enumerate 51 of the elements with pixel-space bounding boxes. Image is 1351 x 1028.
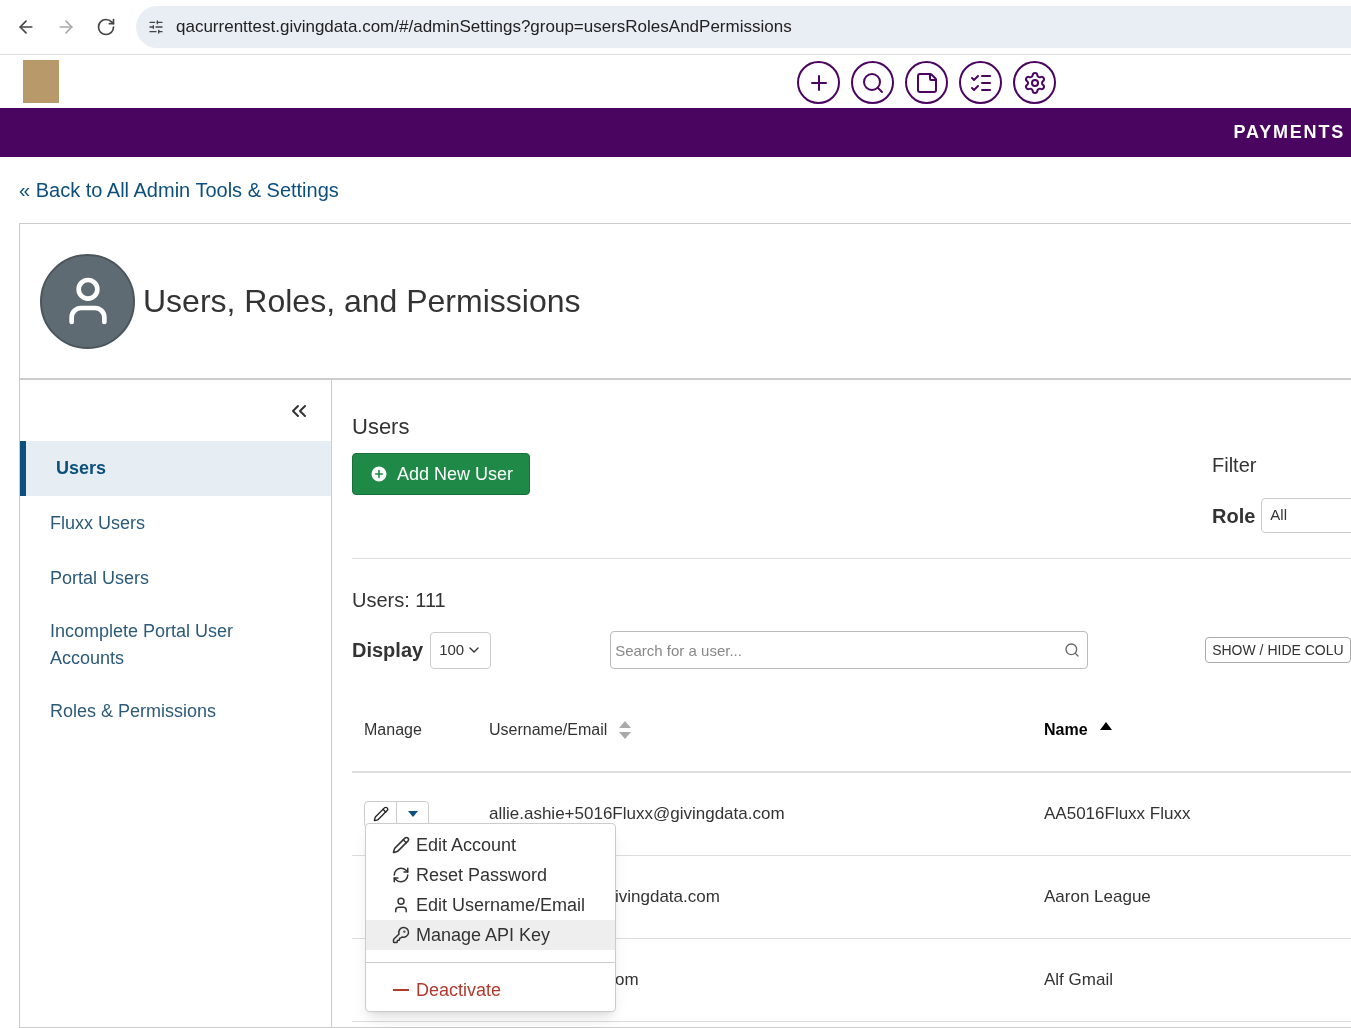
caret-icon: [407, 811, 418, 817]
reload-icon[interactable]: [96, 17, 116, 37]
columns-button[interactable]: SHOW / HIDE COLU: [1205, 637, 1351, 663]
search-icon: [1064, 642, 1081, 658]
settings-icon[interactable]: [1013, 61, 1056, 104]
filter-label: Filter: [1212, 453, 1258, 478]
menu-item[interactable]: Deactivate: [366, 975, 615, 1005]
address-bar[interactable]: qacurrenttest.givingdata.com/#/adminSettings?group=usersRolesAndPermissions: [136, 6, 1351, 48]
pencil-icon: [392, 836, 410, 854]
table-cell: ivingdata.com: [615, 887, 720, 907]
role-label: Role: [1212, 503, 1256, 529]
table-cell-text: Aaron League: [1044, 886, 1151, 909]
plus-circle-icon: [369, 464, 389, 484]
table-cell: allie.ashie+5016Fluxx@givingdata.com: [489, 804, 785, 824]
back-link[interactable]: « Back to All Admin Tools & Settings: [19, 175, 339, 205]
table-cell-text: AA5016Fluxx Fluxx: [1044, 803, 1191, 826]
table-cell: om: [615, 970, 639, 990]
sidebar-item[interactable]: Incomplete Portal User Accounts: [20, 606, 331, 684]
minus-icon: [393, 988, 409, 992]
add-user-button[interactable]: Add New User: [352, 453, 531, 495]
sidebar-item[interactable]: Fluxx Users: [20, 496, 331, 551]
plus-icon[interactable]: [797, 61, 840, 104]
role-select[interactable]: All: [1261, 498, 1351, 533]
site-settings-icon[interactable]: [148, 19, 164, 35]
display-label: Display: [352, 638, 424, 663]
key-icon: [392, 926, 410, 944]
display-select[interactable]: 100: [430, 631, 492, 669]
note-icon[interactable]: [905, 61, 948, 104]
user-count: Users: 111: [352, 588, 447, 613]
sidebar-item[interactable]: Users: [20, 441, 331, 496]
column-header[interactable]: Name: [1044, 717, 1088, 742]
page-title: Users, Roles, and Permissions: [143, 282, 581, 321]
search-icon[interactable]: [851, 61, 894, 104]
url-text: qacurrenttest.givingdata.com/#/adminSettings?group=usersRolesAndPermissions: [176, 16, 792, 39]
sidebar-item[interactable]: Roles & Permissions: [20, 684, 331, 739]
menu-item[interactable]: Manage API Key: [366, 920, 615, 950]
table-cell-text: Alf Gmail: [1044, 969, 1113, 992]
column-header[interactable]: Username/Email: [489, 717, 608, 742]
column-header: Manage: [364, 719, 422, 740]
pencil-icon: [372, 806, 389, 822]
nav-item[interactable]: PAYMENTS: [1233, 119, 1345, 146]
sidebar-item[interactable]: Portal Users: [20, 551, 331, 606]
refresh-icon: [392, 866, 410, 884]
menu-item[interactable]: Edit Username/Email: [366, 890, 615, 920]
checklist-icon[interactable]: [959, 61, 1002, 104]
section-title: Users: [352, 413, 411, 441]
user-icon: [392, 896, 410, 914]
sort-ascending-icon[interactable]: [1099, 721, 1112, 730]
search-field[interactable]: Search for a user...: [610, 631, 1089, 669]
menu-item[interactable]: Edit Account: [366, 830, 615, 860]
menu-item[interactable]: Reset Password: [366, 860, 615, 890]
